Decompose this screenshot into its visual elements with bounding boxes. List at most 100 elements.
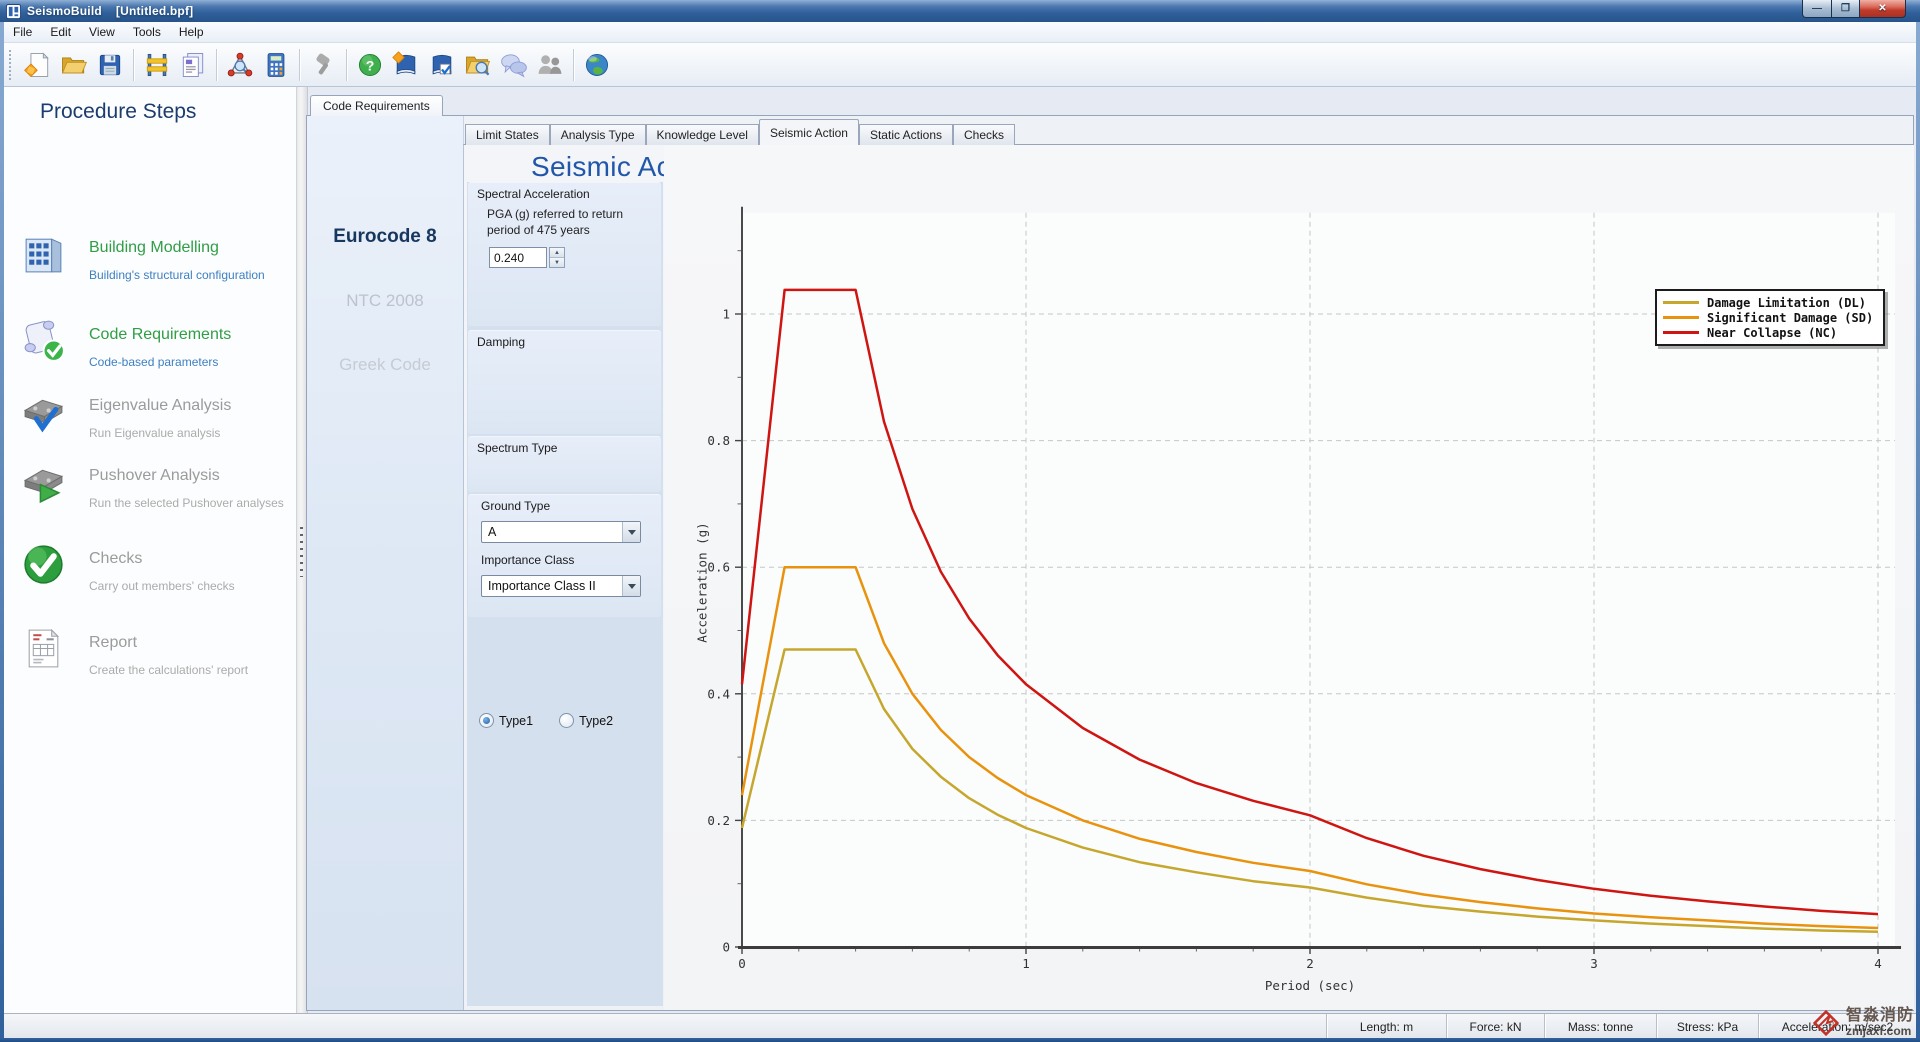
code-option-greek[interactable]: Greek Code bbox=[307, 355, 463, 375]
checks-icon bbox=[20, 541, 67, 588]
toolbar-separator bbox=[346, 49, 347, 81]
open-project-icon[interactable] bbox=[56, 47, 92, 83]
procedure-steps-sidebar: Procedure Steps Building Modelling Build… bbox=[4, 86, 297, 1013]
menu-tools[interactable]: Tools bbox=[124, 23, 170, 41]
group-caption: Spectrum Type bbox=[477, 441, 557, 455]
tab-knowledge-level[interactable]: Knowledge Level bbox=[646, 124, 759, 145]
pga-stepper: ▲ ▼ bbox=[489, 247, 565, 268]
sidebar-item-eigenvalue-analysis[interactable]: Eigenvalue Analysis Run Eigenvalue analy… bbox=[20, 388, 288, 442]
sidebar-item-report[interactable]: Report Create the calculations' report bbox=[20, 625, 288, 679]
type1-label: Type1 bbox=[499, 714, 533, 728]
code-option-eurocode8[interactable]: Eurocode 8 bbox=[307, 226, 463, 248]
close-button[interactable]: ✕ bbox=[1860, 0, 1906, 18]
eigenvalue-icon bbox=[20, 388, 67, 435]
step-subtitle: Code-based parameters bbox=[89, 355, 218, 369]
toolbar-grip[interactable] bbox=[9, 50, 14, 80]
step-title: Checks bbox=[89, 550, 142, 568]
tab-seismic-action[interactable]: Seismic Action bbox=[759, 119, 859, 145]
save-icon[interactable] bbox=[92, 47, 128, 83]
chart-legend: Damage Limitation (DL) Significant Damag… bbox=[1655, 289, 1885, 346]
website-globe-icon[interactable] bbox=[579, 47, 615, 83]
toolbar: ? bbox=[4, 43, 1916, 87]
document-title: [Untitled.bpf] bbox=[116, 4, 193, 18]
svg-text:0: 0 bbox=[722, 940, 730, 955]
status-length: Length: m bbox=[1326, 1014, 1446, 1040]
type2-radio[interactable] bbox=[559, 713, 574, 728]
model-viewer-icon[interactable] bbox=[222, 47, 258, 83]
status-bar: Length: m Force: kN Mass: tonne Stress: … bbox=[4, 1013, 1916, 1040]
sidebar-item-building-modelling[interactable]: Building Modelling Building's structural… bbox=[20, 230, 288, 284]
legend-item: Damage Limitation (DL) bbox=[1663, 295, 1873, 310]
type2-label: Type2 bbox=[579, 714, 613, 728]
menu-help[interactable]: Help bbox=[170, 23, 213, 41]
report-generator-icon[interactable] bbox=[175, 47, 211, 83]
spectral-acceleration-group: Spectral Acceleration PGA (g) referred t… bbox=[468, 182, 661, 326]
splitter-grip-icon bbox=[300, 527, 303, 577]
svg-text:1: 1 bbox=[722, 307, 730, 322]
tab-limit-states[interactable]: Limit States bbox=[465, 124, 550, 145]
restore-button[interactable]: ❐ bbox=[1832, 0, 1860, 18]
step-subtitle: Create the calculations' report bbox=[89, 663, 248, 677]
legend-item: Significant Damage (SD) bbox=[1663, 310, 1873, 325]
sidebar-item-pushover-analysis[interactable]: Pushover Analysis Run the selected Pusho… bbox=[20, 458, 288, 512]
pga-spin-up-icon[interactable]: ▲ bbox=[550, 248, 564, 258]
ground-type-caption: Ground Type bbox=[481, 499, 550, 513]
pga-label: PGA (g) referred to return period of 475… bbox=[487, 206, 639, 238]
tab-static-actions[interactable]: Static Actions bbox=[859, 124, 953, 145]
svg-text:0.4: 0.4 bbox=[707, 686, 730, 701]
pga-spin-down-icon[interactable]: ▼ bbox=[550, 258, 564, 267]
new-project-icon[interactable] bbox=[20, 47, 56, 83]
menu-file[interactable]: File bbox=[4, 23, 41, 41]
forum-chat-icon[interactable] bbox=[496, 47, 532, 83]
code-requirements-page: Eurocode 8 NTC 2008 Greek Code Limit Sta… bbox=[306, 115, 1914, 1011]
sidebar-item-checks[interactable]: Checks Carry out members' checks bbox=[20, 541, 288, 595]
title-bar: SeismoBuild [Untitled.bpf] bbox=[0, 0, 1920, 22]
window-border-bottom bbox=[0, 1038, 1920, 1042]
run-disabled-icon bbox=[305, 47, 341, 83]
sidebar-title: Procedure Steps bbox=[40, 100, 196, 124]
menu-view[interactable]: View bbox=[80, 23, 124, 41]
sidebar-item-code-requirements[interactable]: Code Requirements Code-based parameters bbox=[20, 317, 288, 371]
step-subtitle: Run Eigenvalue analysis bbox=[89, 426, 220, 440]
building-icon bbox=[20, 230, 67, 277]
type1-radio[interactable] bbox=[479, 713, 494, 728]
app-icon bbox=[6, 4, 21, 19]
pga-input[interactable] bbox=[489, 247, 547, 268]
help-icon[interactable]: ? bbox=[352, 47, 388, 83]
status-force: Force: kN bbox=[1446, 1014, 1544, 1040]
seismobuild-window: { "window": {"app_title": "SeismoBuild",… bbox=[0, 0, 1920, 1042]
tab-code-requirements[interactable]: Code Requirements bbox=[310, 95, 443, 116]
svg-text:4: 4 bbox=[1874, 956, 1882, 971]
svg-text:2: 2 bbox=[1306, 956, 1314, 971]
spectrum-chart: 0123400.20.40.60.81 bbox=[664, 145, 1914, 1007]
svg-text:0.8: 0.8 bbox=[707, 433, 730, 448]
watermark-text: 智淼消防 bbox=[1846, 1008, 1914, 1025]
step-subtitle: Run the selected Pushover analyses bbox=[89, 496, 284, 510]
damping-group: Damping 5 bbox=[468, 330, 661, 434]
tab-analysis-type[interactable]: Analysis Type bbox=[550, 124, 646, 145]
chevron-down-icon bbox=[622, 522, 640, 542]
menu-edit[interactable]: Edit bbox=[41, 23, 80, 41]
verification-book-icon[interactable] bbox=[424, 47, 460, 83]
sd-line-swatch bbox=[1663, 316, 1699, 319]
dl-line-swatch bbox=[1663, 301, 1699, 304]
scroll-check-icon bbox=[20, 317, 67, 364]
svg-text:1: 1 bbox=[1022, 956, 1030, 971]
step-title: Building Modelling bbox=[89, 239, 219, 257]
ground-type-dropdown[interactable]: A bbox=[481, 521, 641, 543]
examples-folder-icon[interactable] bbox=[460, 47, 496, 83]
tab-checks[interactable]: Checks bbox=[953, 124, 1015, 145]
calculator-icon[interactable] bbox=[258, 47, 294, 83]
window-controls: — ❐ ✕ bbox=[1802, 0, 1906, 18]
code-option-ntc2008[interactable]: NTC 2008 bbox=[307, 291, 463, 311]
building-modeller-icon[interactable] bbox=[139, 47, 175, 83]
manual-book-icon[interactable] bbox=[388, 47, 424, 83]
window-border-right bbox=[1916, 0, 1920, 1042]
step-title: Code Requirements bbox=[89, 326, 231, 344]
minimize-button[interactable]: — bbox=[1802, 0, 1832, 18]
importance-class-dropdown[interactable]: Importance Class II bbox=[481, 575, 641, 597]
svg-text:0: 0 bbox=[738, 956, 746, 971]
user-group-disabled-icon bbox=[532, 47, 568, 83]
status-stress: Stress: kPa bbox=[1656, 1014, 1758, 1040]
toolbar-separator bbox=[573, 49, 574, 81]
